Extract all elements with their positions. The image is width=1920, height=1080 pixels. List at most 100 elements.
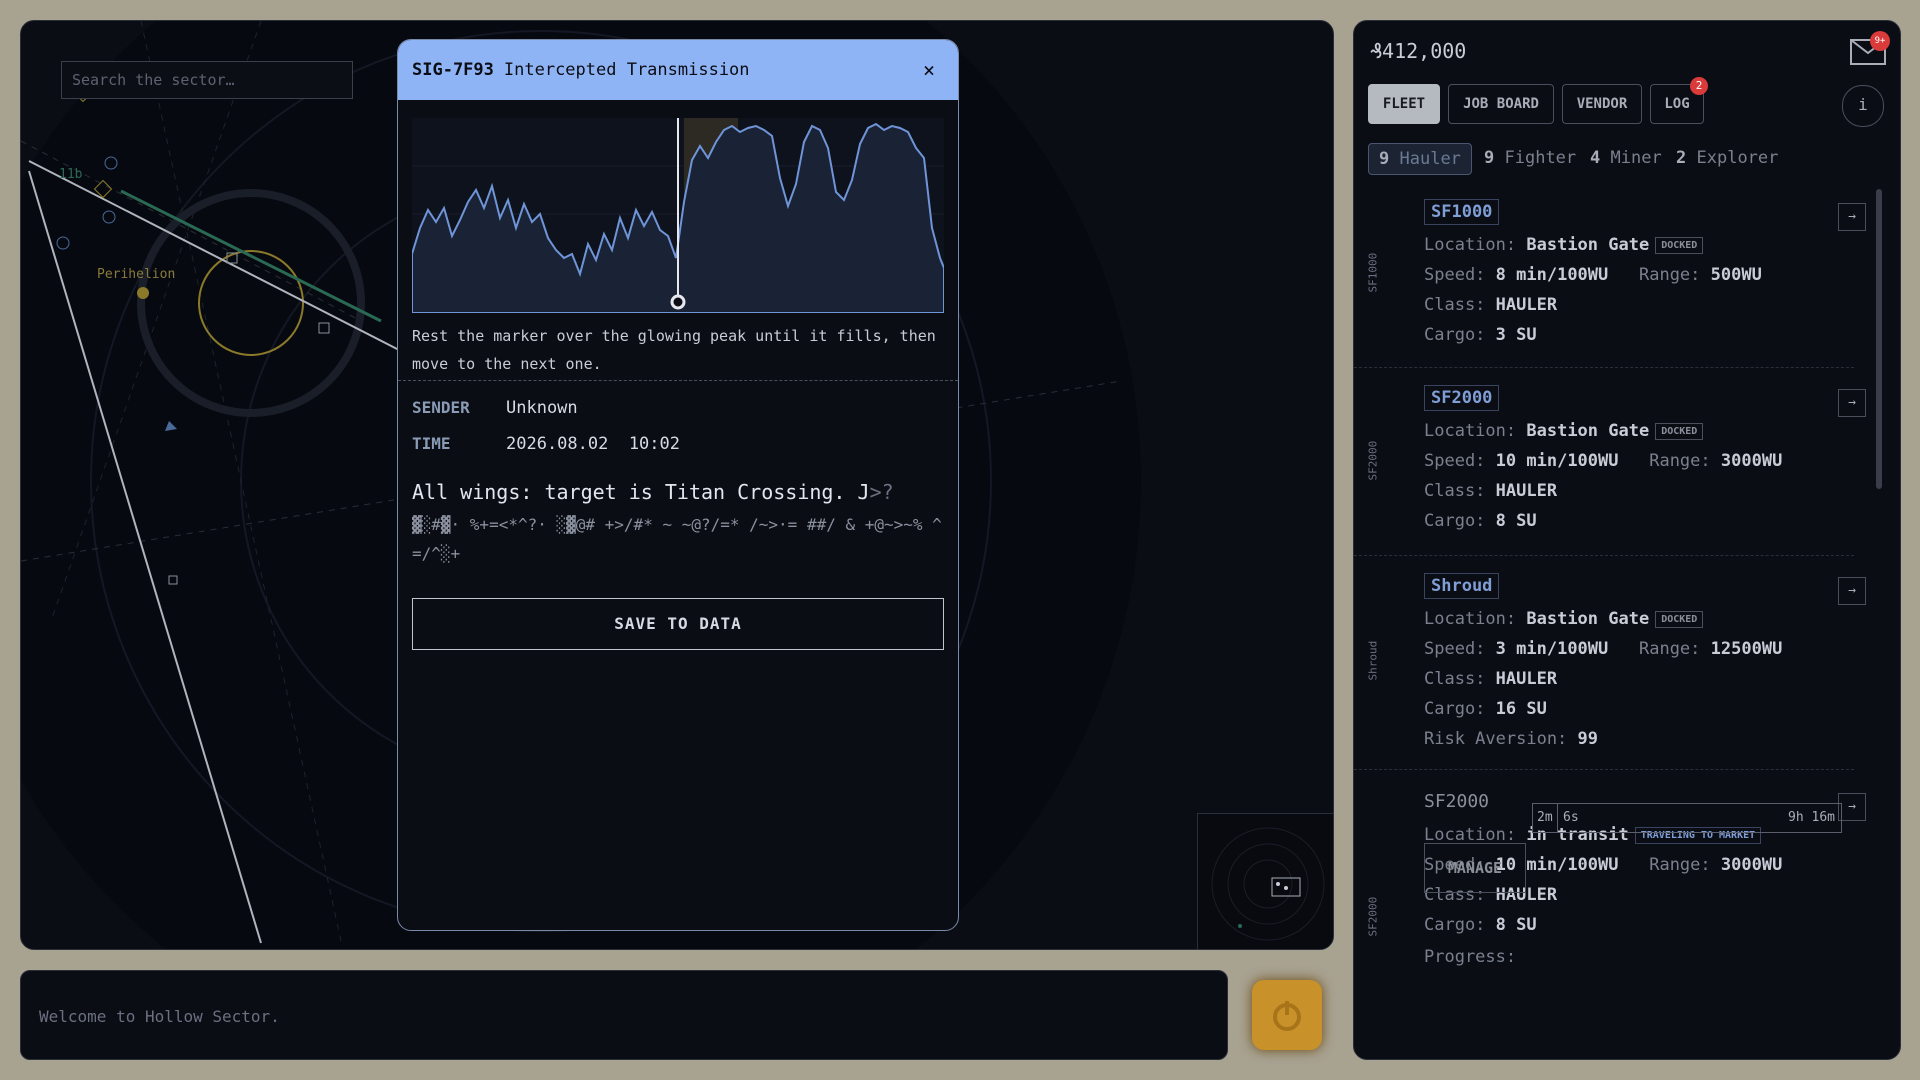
message-text: All wings: target is Titan Crossing. J>? bbox=[412, 480, 894, 504]
risk-value: 99 bbox=[1577, 729, 1599, 749]
search-input[interactable]: Search the sector… bbox=[61, 61, 353, 99]
sender-label: SENDER bbox=[412, 398, 470, 417]
ship-speed-row: Speed: 10 min/100WU Range: 3000WU bbox=[1424, 451, 1782, 471]
manage-button[interactable]: MANAGE bbox=[1424, 843, 1526, 893]
range-label: Range: bbox=[1638, 265, 1701, 285]
save-to-data-button[interactable]: SAVE TO DATA bbox=[412, 598, 944, 650]
tab-job-board[interactable]: JOB BOARD bbox=[1448, 84, 1554, 124]
ship-cargo-row: Cargo: 8 SU bbox=[1424, 511, 1537, 531]
range-label: Range: bbox=[1649, 855, 1711, 875]
ship-class-row: Class: HAULER bbox=[1424, 481, 1557, 501]
location-value: Bastion Gate bbox=[1526, 421, 1650, 441]
ship-card: SF2000 SF2000 → Location: Bastion Gate DO… bbox=[1354, 367, 1866, 556]
speed-value: 10 min/100WU bbox=[1495, 451, 1619, 471]
range-value: 500WU bbox=[1710, 265, 1762, 285]
range-label: Range: bbox=[1638, 639, 1701, 659]
route-label: 11b bbox=[59, 167, 83, 182]
ship-class-row: Class: HAULER bbox=[1424, 669, 1557, 689]
class-value: HAULER bbox=[1495, 295, 1558, 315]
ship-card: SF1000 SF1000 → Location: Bastion Gate DO… bbox=[1354, 181, 1866, 368]
ship-class-row: Class: HAULER bbox=[1424, 295, 1557, 315]
location-value: Bastion Gate bbox=[1526, 235, 1650, 255]
progress-label: Progress: bbox=[1424, 947, 1517, 967]
category-explorer[interactable]: 2 Explorer bbox=[1676, 143, 1778, 173]
fleet-panel: ₰412,000 9+ FLEET JOB BOARD VENDOR LOG 2… bbox=[1353, 20, 1901, 1060]
category-fighter[interactable]: 9 Fighter bbox=[1484, 143, 1576, 173]
planet-label: Perihelion bbox=[97, 267, 176, 282]
ship-open-button[interactable]: → bbox=[1838, 793, 1866, 821]
ship-card: Shroud Shroud → Location: Bastion Gate DO… bbox=[1354, 555, 1866, 770]
range-label: Range: bbox=[1649, 451, 1711, 471]
minimap[interactable] bbox=[1197, 813, 1333, 949]
category-hauler[interactable]: 9 Hauler bbox=[1368, 143, 1472, 175]
time-value: 2026.08.02 10:02 bbox=[506, 434, 680, 454]
sender-row: SENDER Unknown bbox=[412, 398, 578, 418]
range-value: 3000WU bbox=[1720, 451, 1783, 471]
risk-label: Risk Aversion: bbox=[1424, 729, 1568, 749]
progress-remaining: 9h 16m bbox=[1788, 810, 1835, 825]
class-value: HAULER bbox=[1495, 481, 1558, 501]
category-count: 9 bbox=[1484, 148, 1495, 168]
ship-location-row: Location: Bastion Gate DOCKED bbox=[1424, 421, 1704, 441]
category-label: Hauler bbox=[1399, 149, 1461, 169]
status-badge: DOCKED bbox=[1655, 236, 1704, 254]
log-count-badge: 2 bbox=[1690, 77, 1708, 95]
category-count: 2 bbox=[1676, 148, 1687, 168]
progress-segment: 6s bbox=[1563, 810, 1579, 825]
speed-value: 8 min/100WU bbox=[1495, 265, 1609, 285]
cargo-value: 16 SU bbox=[1495, 699, 1547, 719]
scrollbar[interactable] bbox=[1876, 189, 1882, 489]
ship-open-button[interactable]: → bbox=[1838, 577, 1866, 605]
ship-side-label: SF2000 bbox=[1366, 896, 1380, 937]
cargo-value: 8 SU bbox=[1495, 915, 1537, 935]
console-text: Welcome to Hollow Sector. bbox=[39, 1007, 280, 1026]
ship-name[interactable]: Shroud bbox=[1424, 573, 1500, 599]
ship-speed-row: Speed: 8 min/100WU Range: 500WU bbox=[1424, 265, 1762, 285]
marker-handle[interactable] bbox=[670, 294, 686, 310]
sender-value: Unknown bbox=[506, 398, 578, 418]
time-label: TIME bbox=[412, 434, 451, 453]
tab-fleet[interactable]: FLEET bbox=[1368, 84, 1440, 124]
speed-label: Speed: bbox=[1424, 639, 1486, 659]
cargo-label: Cargo: bbox=[1424, 325, 1486, 345]
message-tail: >? bbox=[869, 480, 894, 504]
range-value: 3000WU bbox=[1720, 855, 1783, 875]
class-label: Class: bbox=[1424, 669, 1486, 689]
location-value: Bastion Gate bbox=[1526, 609, 1650, 629]
info-button[interactable]: i bbox=[1842, 85, 1884, 127]
divider bbox=[398, 380, 958, 381]
speed-label: Speed: bbox=[1424, 451, 1486, 471]
signal-waveform[interactable] bbox=[411, 118, 945, 314]
close-icon[interactable]: × bbox=[914, 58, 944, 82]
category-label: Miner bbox=[1610, 148, 1662, 168]
ship-open-button[interactable]: → bbox=[1838, 203, 1866, 231]
transit-progress-bar: 2m 6s 9h 16m bbox=[1532, 803, 1842, 833]
cargo-label: Cargo: bbox=[1424, 915, 1486, 935]
category-label: Fighter bbox=[1504, 148, 1577, 168]
ship-cargo-row: Cargo: 16 SU bbox=[1424, 699, 1547, 719]
category-miner[interactable]: 4 Miner bbox=[1590, 143, 1662, 173]
message-clear: All wings: target is Titan Crossing. J bbox=[412, 480, 870, 504]
ship-name[interactable]: SF2000 bbox=[1424, 385, 1500, 411]
category-count: 4 bbox=[1590, 148, 1601, 168]
ship-location-row: Location: Bastion Gate DOCKED bbox=[1424, 235, 1704, 255]
power-icon bbox=[1273, 1001, 1301, 1031]
class-label: Class: bbox=[1424, 295, 1486, 315]
tab-vendor[interactable]: VENDOR bbox=[1562, 84, 1642, 124]
cargo-label: Cargo: bbox=[1424, 511, 1486, 531]
ship-name[interactable]: SF2000 bbox=[1424, 789, 1489, 814]
message-noise: ▓░#▓· %+=<*^?· ░▓@# +>/#* ~ ~@?/=* /~>·=… bbox=[412, 515, 942, 563]
ship-risk-row: Risk Aversion: 99 bbox=[1424, 729, 1598, 749]
location-label: Location: bbox=[1424, 235, 1517, 255]
location-label: Location: bbox=[1424, 825, 1517, 845]
class-value: HAULER bbox=[1495, 669, 1558, 689]
message-console: Welcome to Hollow Sector. bbox=[20, 970, 1228, 1060]
category-label: Explorer bbox=[1696, 148, 1779, 168]
ship-side-label: SF2000 bbox=[1366, 440, 1380, 481]
modal-title: Intercepted Transmission bbox=[503, 60, 750, 80]
status-badge: DOCKED bbox=[1655, 422, 1704, 440]
power-button[interactable] bbox=[1252, 980, 1322, 1050]
ship-name[interactable]: SF1000 bbox=[1424, 199, 1500, 225]
ship-open-button[interactable]: → bbox=[1838, 389, 1866, 417]
speed-value: 3 min/100WU bbox=[1495, 639, 1609, 659]
